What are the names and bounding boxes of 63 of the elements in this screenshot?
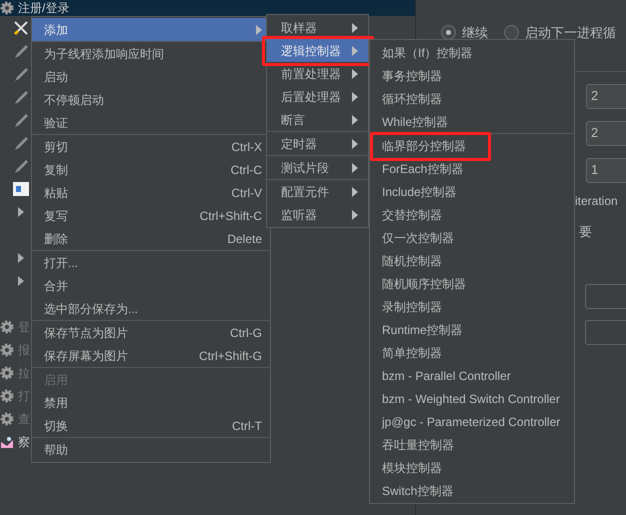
menu-item[interactable]: 后置处理器 [267,85,368,108]
menu-item[interactable]: 交替控制器 [370,203,574,226]
menu-item[interactable]: 仅一次控制器 [370,226,574,249]
pencil-icon [13,134,29,150]
document-icon [13,182,29,196]
menu-item[interactable]: 验证 [32,111,270,134]
menu-item[interactable]: 事务控制器 [370,64,574,87]
number-field[interactable]: 1 [586,158,626,182]
menu-item[interactable]: 复写 Ctrl+Shift-C [32,204,270,227]
menu-item[interactable]: 启动 [32,65,270,88]
expand-arrow-icon[interactable] [18,252,24,262]
number-field[interactable]: 2 [586,120,626,146]
menu-item[interactable]: While控制器 [370,110,574,133]
menu-item[interactable]: 不停顿启动 [32,88,270,111]
menu-item[interactable]: 简单控制器 [370,341,574,364]
menu-item[interactable]: Switch控制器 [370,479,574,502]
menu-item[interactable]: 取样器 [267,16,368,39]
menu-item[interactable]: 粘贴 Ctrl-V [32,181,270,204]
menu-item[interactable]: 保存屏幕为图片 Ctrl+Shift-G [32,344,270,367]
menu-item[interactable]: 录制控制器 [370,295,574,318]
option-label: 要 [579,222,593,240]
menu-item[interactable]: 逻辑控制器 [267,39,368,62]
menu-item[interactable]: Runtime控制器 [370,318,574,341]
pencil-icon [13,42,29,58]
menu-item[interactable]: 剪切 Ctrl-X [32,135,270,158]
menu-item[interactable]: 循环控制器 [370,87,574,110]
menu-item[interactable]: bzm - Weighted Switch Controller [370,387,574,410]
menu-item[interactable]: 前置处理器 [267,62,368,85]
number-field[interactable]: 2 [586,84,626,108]
menu-item[interactable]: 禁用 [32,391,270,414]
menu-item[interactable]: 模块控制器 [370,456,574,479]
tree-item-label[interactable]: 注册/登录 [18,1,70,15]
menu-item[interactable]: Include控制器 [370,180,574,203]
menu-item[interactable]: jp@gc - Parameterized Controller [370,410,574,433]
menu-item[interactable]: 随机控制器 [370,249,574,272]
menu-item[interactable]: 如果（If）控制器 [370,41,574,64]
menu-item[interactable]: 断言 [267,108,368,131]
menu-item[interactable]: 删除 Delete [32,227,270,250]
pencil-icon [13,112,29,128]
menu-item[interactable]: 保存节点为图片 Ctrl-G [32,321,270,344]
tree-item-label[interactable]: 察 [18,434,30,448]
menu-item[interactable]: 监听器 [267,203,368,226]
menu-item[interactable]: 测试片段 [267,156,368,179]
menu-item[interactable]: 复制 Ctrl-C [32,158,270,181]
menu-item[interactable]: 定时器 [267,132,368,155]
menu-item[interactable]: 随机顺序控制器 [370,272,574,295]
menu-item[interactable]: 打开... [32,251,270,274]
expand-arrow-icon[interactable] [18,206,24,216]
chart-icon [1,436,13,448]
pencil-icon [13,158,29,174]
menu-item[interactable]: 帮助 [32,438,270,461]
option-label: iteration [575,192,619,210]
menu-item[interactable]: 合并 [32,274,270,297]
menu-item[interactable]: 吞吐量控制器 [370,433,574,456]
expand-arrow-icon[interactable] [18,276,24,286]
menu-item[interactable]: 选中部分保存为... [32,297,270,320]
pencil-icon [13,88,29,104]
tools-icon [13,20,29,36]
pencil-icon [13,66,29,82]
menu-item[interactable]: 切换 Ctrl-T [32,414,270,437]
menu-item[interactable]: 配置元件 [267,180,368,203]
menu-item[interactable]: ForEach控制器 [370,157,574,180]
menu-item[interactable]: bzm - Parallel Controller [370,364,574,387]
